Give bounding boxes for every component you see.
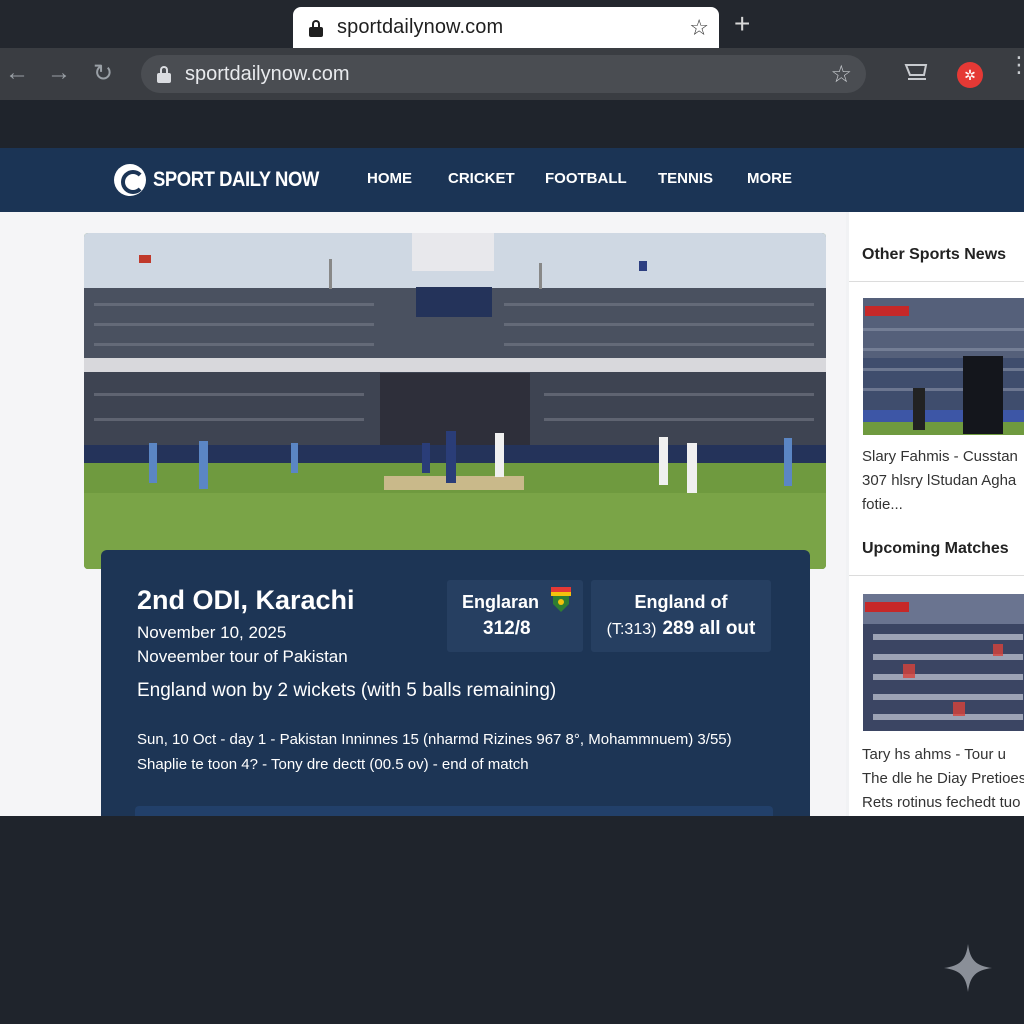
lock-icon	[157, 66, 171, 83]
nav-home[interactable]: HOME	[367, 170, 412, 187]
browser-tab[interactable]: sportdailynow.com ☆	[293, 7, 719, 48]
news-thumbnail[interactable]	[863, 298, 1024, 435]
cart-icon[interactable]	[904, 62, 930, 84]
match-title: 2nd ODI, Karachi	[137, 585, 355, 615]
star-icon[interactable]: ☆	[689, 15, 709, 41]
extension-icon[interactable]: ✲	[957, 62, 983, 88]
menu-icon[interactable]: ⋮	[1008, 54, 1024, 76]
sidebar-heading-news: Other Sports News	[862, 246, 1007, 263]
browser-toolbar: ← → ↻ sportdailynow.com ☆	[0, 48, 1024, 100]
back-button[interactable]: ←	[2, 59, 32, 87]
team2-name: England of	[634, 592, 728, 612]
forward-button[interactable]: →	[44, 59, 74, 87]
nav-cricket[interactable]: CRICKET	[448, 170, 515, 187]
upcoming-snippet: The dle he Diay Pretioes	[862, 770, 1024, 787]
lock-icon	[309, 19, 323, 37]
match-score-card[interactable]: 2nd ODI, Karachi November 10, 2025 Novee…	[101, 550, 810, 816]
site-header: SPORT DAILY NOW HOME CRICKET FOOTBALL TE…	[0, 148, 1024, 212]
team2-score-line: (T:313) 289 all out	[591, 618, 771, 640]
tab-strip: sportdailynow.com ☆ +	[0, 0, 1024, 48]
news-snippet: fotie...	[862, 496, 903, 513]
tab-title: sportdailynow.com	[337, 16, 504, 38]
team1-score: 312/8	[483, 618, 531, 639]
sidebar-divider	[849, 575, 1024, 576]
sidebar-divider	[849, 281, 1024, 282]
team2-score: 289 all out	[662, 618, 756, 639]
team2-score-box: England of (T:313) 289 all out	[591, 580, 771, 652]
sparkle-icon	[944, 944, 992, 992]
reload-button[interactable]: ↻	[88, 59, 118, 88]
upcoming-snippet: Rets rotinus fechedt tuo	[862, 794, 1021, 811]
page-content: 2nd ODI, Karachi November 10, 2025 Novee…	[0, 212, 1024, 816]
logo-icon	[114, 164, 146, 196]
upcoming-thumbnail[interactable]	[863, 594, 1024, 731]
sidebar-heading-upcoming: Upcoming Matches	[862, 540, 1009, 557]
news-snippet: 307 hlsry lStudan Agha	[862, 472, 1017, 489]
match-result: England won by 2 wickets (with 5 balls r…	[137, 680, 557, 701]
team2-target: (T:313)	[606, 621, 657, 638]
match-tour: Noveember tour of Pakistan	[137, 647, 348, 666]
team1-score-box: Englaran 312/8	[447, 580, 583, 652]
match-date: November 10, 2025	[137, 623, 287, 642]
hero-image[interactable]	[84, 233, 826, 569]
card-footer-bar	[135, 806, 773, 816]
main-column: 2nd ODI, Karachi November 10, 2025 Novee…	[0, 212, 846, 816]
news-headline[interactable]: Slary Fahmis - Cusstan	[862, 448, 1018, 465]
url-text[interactable]: sportdailynow.com	[185, 63, 350, 86]
logo-text: SPORT DAILY NOW	[153, 168, 319, 191]
commentary-line: Sun, 10 Oct - day 1 - Pakistan Inninnes …	[137, 731, 732, 748]
commentary-line: Shaplie te toon 4? - Tony dre dectt (00.…	[137, 756, 529, 773]
nav-tennis[interactable]: TENNIS	[658, 170, 713, 187]
bookmark-star-icon[interactable]: ☆	[830, 60, 852, 89]
new-tab-button[interactable]: +	[734, 8, 750, 40]
page-top-gap	[0, 100, 1024, 148]
address-bar[interactable]: sportdailynow.com ☆	[141, 55, 866, 93]
sidebar: Other Sports News Slary Fahmis - Cusstan…	[849, 212, 1024, 816]
nav-more[interactable]: MORE	[747, 170, 792, 187]
upcoming-headline[interactable]: Tary hs ahms - Tour u	[862, 746, 1006, 763]
nav-football[interactable]: FOOTBALL	[545, 170, 627, 187]
site-logo[interactable]: SPORT DAILY NOW	[114, 164, 342, 196]
team-crest-icon	[551, 587, 571, 612]
